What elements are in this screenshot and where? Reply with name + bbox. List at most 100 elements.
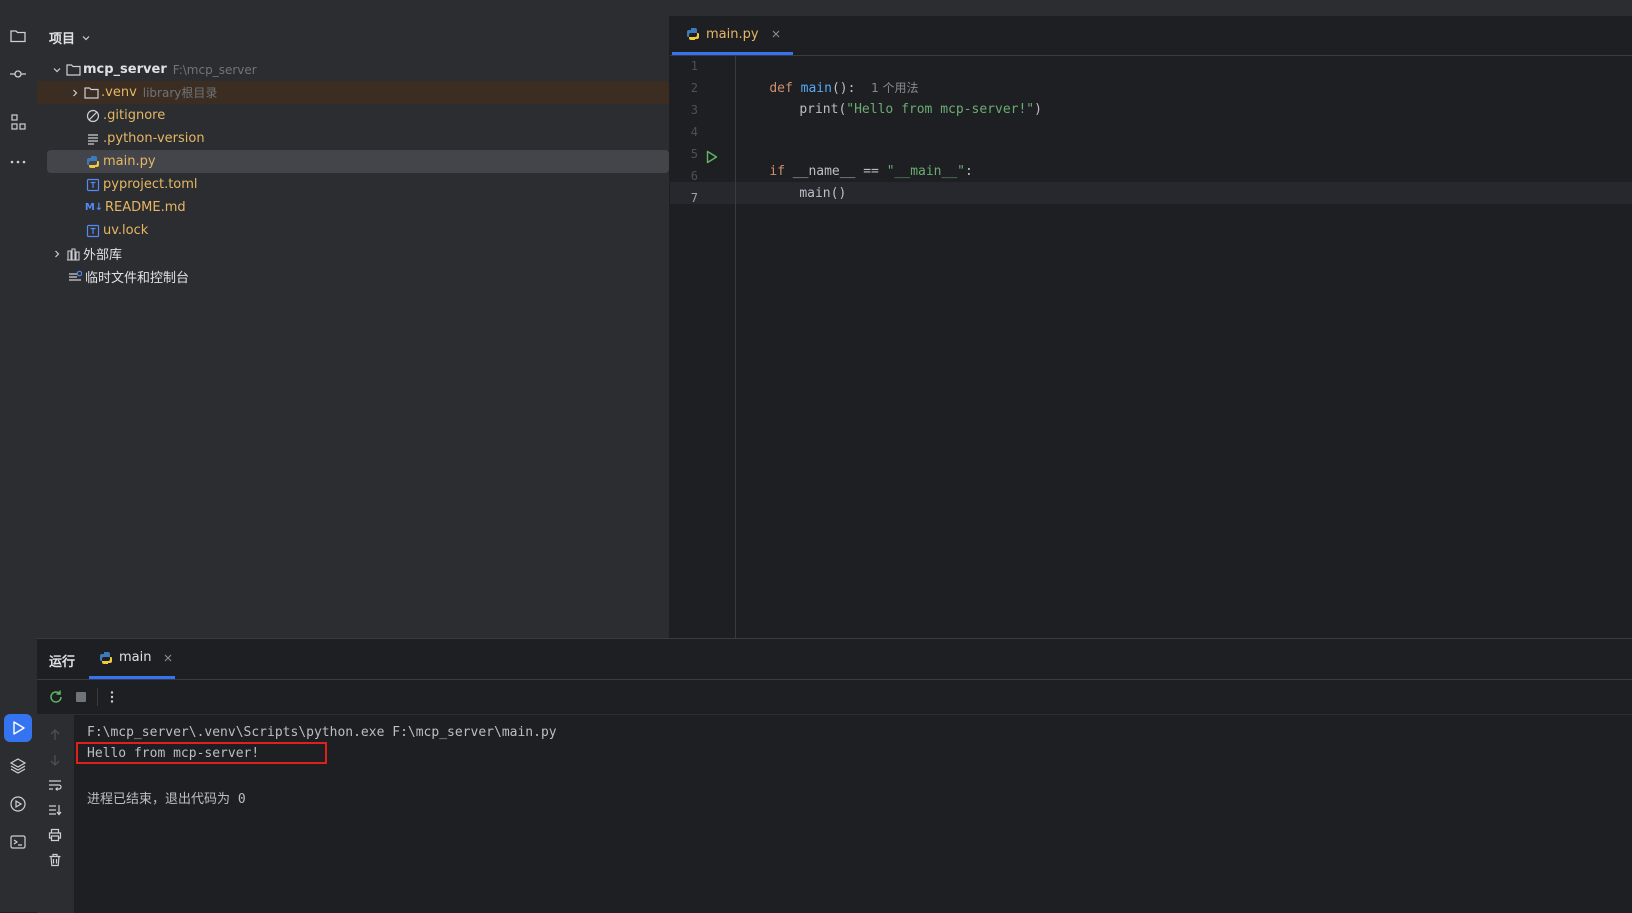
tree-item-label: main.py bbox=[103, 154, 156, 169]
structure-tool-button[interactable] bbox=[4, 108, 32, 136]
line-number: 4 bbox=[690, 125, 698, 139]
tree-item-venv[interactable]: .venv library根目录 bbox=[37, 81, 669, 104]
tree-item-external-libraries[interactable]: 外部库 bbox=[37, 242, 681, 265]
activity-bar bbox=[0, 16, 38, 912]
chevron-right-icon[interactable] bbox=[67, 85, 83, 101]
project-panel-header[interactable]: 项目 bbox=[49, 28, 91, 47]
toolbar-divider bbox=[97, 688, 98, 706]
code-line-2[interactable]: print("Hello from mcp-server!") bbox=[768, 77, 1042, 117]
string-literal: "__main__" bbox=[886, 164, 965, 179]
line-number: 6 bbox=[690, 169, 698, 183]
code-line-1[interactable]: def main(): 1 个用法 bbox=[738, 55, 918, 96]
run-icon bbox=[13, 721, 25, 735]
python-file-icon bbox=[100, 651, 112, 664]
python-file-icon bbox=[687, 28, 699, 40]
tree-item-main-py[interactable]: main.py bbox=[47, 150, 669, 173]
run-tab-main[interactable]: main bbox=[89, 639, 175, 679]
run-side-toolbar bbox=[37, 715, 74, 913]
folder-icon bbox=[10, 30, 26, 43]
tree-item-path: F:\mcp_server bbox=[172, 62, 257, 77]
tree-item-label: uv.lock bbox=[103, 223, 149, 238]
tree-item-scratches[interactable]: 临时文件和控制台 bbox=[37, 265, 699, 288]
run-panel-title: 运行 bbox=[49, 655, 76, 670]
toml-file-icon bbox=[85, 177, 101, 193]
code-token: : bbox=[965, 164, 973, 179]
line-number: 7 bbox=[690, 191, 698, 205]
console-exit-line: 进程已结束，退出代码为 0 bbox=[87, 792, 246, 807]
commit-tool-button[interactable] bbox=[4, 60, 32, 88]
soft-wrap-icon[interactable] bbox=[48, 778, 62, 792]
run-gutter-icon[interactable] bbox=[706, 150, 718, 164]
terminal-tool-button[interactable] bbox=[4, 828, 32, 856]
tree-item-gitignore[interactable]: .gitignore bbox=[37, 104, 717, 127]
layers-tool-button[interactable] bbox=[4, 752, 32, 780]
string-literal: "Hello from mcp-server!" bbox=[846, 102, 1035, 117]
tab-main-py[interactable]: main.py bbox=[672, 16, 793, 55]
tab-label: main.py bbox=[706, 26, 759, 42]
tree-item-label: .gitignore bbox=[103, 108, 166, 123]
code-token: print( bbox=[799, 102, 847, 117]
more-tools-button[interactable] bbox=[4, 148, 32, 176]
print-icon[interactable] bbox=[48, 828, 62, 842]
tree-item-label: mcp_server bbox=[83, 62, 167, 77]
tree-item-readme[interactable]: M↓ README.md bbox=[37, 196, 717, 219]
chevron-down-icon[interactable] bbox=[49, 62, 65, 78]
services-tool-button[interactable] bbox=[4, 790, 32, 818]
layers-icon bbox=[9, 758, 27, 774]
code-line-6[interactable]: main() bbox=[768, 161, 846, 201]
line-number: 3 bbox=[690, 103, 698, 117]
close-icon[interactable] bbox=[771, 29, 781, 39]
python-file-icon bbox=[85, 154, 101, 170]
tree-item-hint: library根目录 bbox=[142, 86, 218, 100]
tree-item-uv-lock[interactable]: uv.lock bbox=[37, 219, 717, 242]
chevron-down-icon bbox=[82, 35, 90, 40]
run-panel-header: 运行 main bbox=[37, 639, 1632, 680]
folder-icon bbox=[83, 85, 99, 101]
project-tool-button[interactable] bbox=[4, 22, 32, 50]
ignore-file-icon bbox=[85, 108, 101, 124]
tree-item-label: README.md bbox=[105, 200, 186, 215]
run-tab-label: main bbox=[119, 650, 152, 665]
lock-file-icon bbox=[85, 223, 101, 239]
console-command-line: F:\mcp_server\.venv\Scripts\python.exe F… bbox=[87, 725, 557, 740]
tree-item-label: 外部库 bbox=[83, 248, 123, 263]
editor-area: main.py 1 2 3 4 5 6 7 def main(): 1 个用法 … bbox=[670, 16, 1632, 638]
services-icon bbox=[10, 796, 26, 812]
chevron-right-icon[interactable] bbox=[49, 246, 65, 262]
tree-item-pyproject[interactable]: pyproject.toml bbox=[37, 173, 717, 196]
line-number: 5 bbox=[690, 147, 698, 161]
run-tool-button[interactable] bbox=[4, 714, 32, 742]
arrow-down-icon[interactable] bbox=[48, 753, 62, 767]
stop-icon[interactable] bbox=[74, 690, 88, 704]
rerun-icon[interactable] bbox=[48, 689, 64, 705]
editor-tab-bar: main.py bbox=[670, 16, 1632, 56]
terminal-icon bbox=[10, 835, 26, 849]
editor-gutter: 1 2 3 4 5 6 7 bbox=[670, 56, 736, 638]
tree-item-label: 临时文件和控制台 bbox=[85, 271, 190, 286]
commit-icon bbox=[10, 70, 26, 78]
text-file-icon bbox=[85, 131, 101, 147]
run-toolbar bbox=[37, 680, 1632, 715]
scroll-to-end-icon[interactable] bbox=[48, 803, 62, 817]
more-vertical-icon[interactable] bbox=[105, 690, 119, 704]
title-bar bbox=[0, 0, 1632, 17]
line-number: 1 bbox=[690, 59, 698, 73]
code-line-5[interactable]: if __name__ == "__main__": bbox=[738, 139, 973, 179]
trash-icon[interactable] bbox=[48, 853, 62, 867]
tree-item-python-version[interactable]: .python-version bbox=[37, 127, 717, 150]
arrow-up-icon[interactable] bbox=[48, 728, 62, 742]
run-panel: 运行 main F:\mcp_server\.venv\Scripts\pyth… bbox=[37, 638, 1632, 913]
code-token: main() bbox=[799, 186, 847, 201]
line-number: 2 bbox=[690, 81, 698, 95]
tree-item-mcp-server[interactable]: mcp_server F:\mcp_server bbox=[37, 58, 681, 81]
close-icon[interactable] bbox=[163, 653, 173, 663]
tree-item-label: pyproject.toml bbox=[103, 177, 198, 192]
tree-item-label: .venv bbox=[101, 85, 137, 100]
project-panel: 项目 mcp_server F:\mcp_server .venv librar… bbox=[37, 16, 670, 638]
highlight-box bbox=[76, 742, 327, 764]
more-horizontal-icon bbox=[10, 160, 26, 164]
folder-icon bbox=[65, 62, 81, 78]
code-token: ) bbox=[1034, 102, 1042, 117]
markdown-file-icon: M↓ bbox=[84, 202, 104, 213]
project-panel-title: 项目 bbox=[49, 32, 76, 47]
